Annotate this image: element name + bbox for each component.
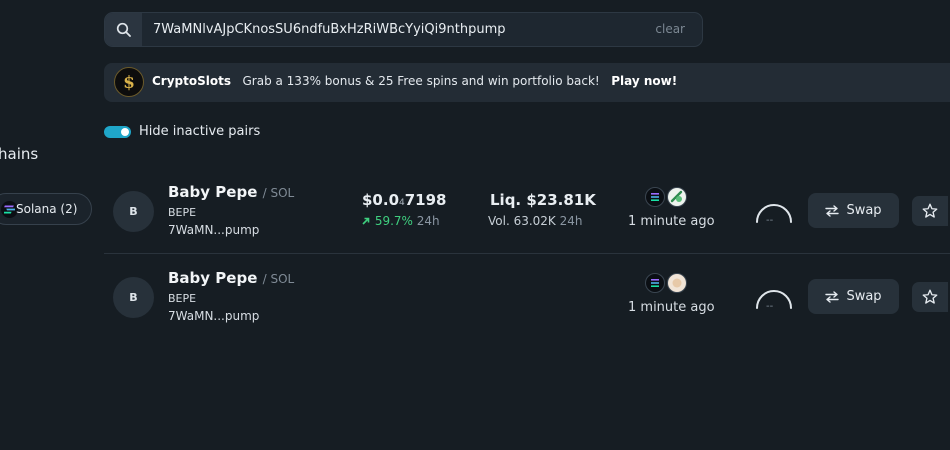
arrow-up-icon [362,217,370,225]
solana-icon [645,187,665,207]
volume-value: Vol. 63.02K [488,214,556,228]
pair-name: Baby Pepe / SOL [168,183,294,201]
search-input[interactable] [153,13,633,46]
quote-token: / SOL [262,186,295,200]
star-icon [922,203,938,218]
price-change: 59.7% 24h [361,214,440,228]
volume: Vol. 63.02K 24h [488,214,583,228]
token-address: 7WaMN...pump [168,309,260,323]
search-bar: clear [104,12,703,47]
hide-inactive-toggle[interactable] [104,126,131,138]
pumpswap-icon [667,187,687,207]
chain-chip-solana[interactable]: Solana (2) [0,193,92,225]
change-period: 24h [416,214,440,228]
promo-banner[interactable]: $ CryptoSlots Grab a 133% bonus & 25 Fre… [104,63,950,102]
gauge-value: -- [766,215,774,226]
pair-age: 1 minute ago [628,214,715,229]
token-avatar: B [113,191,154,232]
banner-brand: CryptoSlots [152,74,231,88]
quote-token: / SOL [262,272,295,286]
solana-icon [645,273,665,293]
gauge-icon [756,204,792,223]
volume-period: 24h [559,214,583,228]
chains-title: hains [0,145,39,163]
swap-icon [825,290,840,303]
pair-row[interactable]: B Baby Pepe / SOL BEPE 7WaMN...pump 1 mi… [104,257,950,339]
cryptoslots-logo: $ [114,67,144,97]
swap-button[interactable]: Swap [808,193,899,228]
pair-name: Baby Pepe / SOL [168,269,294,287]
watchlist-button[interactable] [912,196,948,226]
token-name: Baby Pepe [168,269,258,287]
search-button[interactable] [105,13,142,46]
clear-button[interactable]: clear [655,22,685,36]
watchlist-button[interactable] [912,282,948,312]
gauge-icon [756,290,792,309]
banner-message: Grab a 133% bonus & 25 Free spins and wi… [242,74,600,88]
toggle-knob [121,128,129,136]
hide-inactive-label: Hide inactive pairs [139,124,261,139]
price-main: $0.0 [362,191,400,209]
token-avatar: B [113,277,154,318]
search-icon [116,22,131,37]
swap-icon [825,204,840,217]
price-tail: 7198 [404,191,447,209]
dex-icon [667,273,687,293]
banner-cta[interactable]: Play now! [611,74,677,88]
liquidity: Liq. $23.81K [490,191,596,209]
swap-button[interactable]: Swap [808,279,899,314]
change-percent: 59.7% [374,214,413,228]
svg-text:$: $ [123,73,135,92]
token-address: 7WaMN...pump [168,223,260,237]
swap-label: Swap [846,203,882,218]
banner-text: CryptoSlots Grab a 133% bonus & 25 Free … [152,74,677,88]
pair-price: $0.047198 [362,191,447,209]
swap-label: Swap [846,289,882,304]
pair-age: 1 minute ago [628,300,715,315]
pair-row[interactable]: B Baby Pepe / SOL BEPE 7WaMN...pump $0.0… [104,171,950,254]
token-symbol: BEPE [168,292,197,305]
chain-chip-label: Solana (2) [16,202,78,216]
token-name: Baby Pepe [168,183,258,201]
token-symbol: BEPE [168,206,197,219]
star-icon [922,289,938,304]
gauge-value: -- [766,301,774,312]
